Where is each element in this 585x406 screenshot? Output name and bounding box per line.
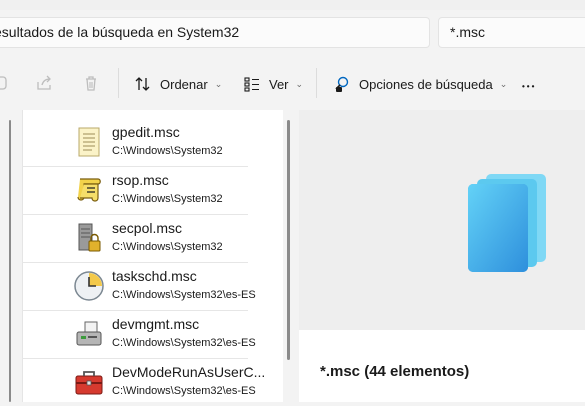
- more-options-button[interactable]: •••: [522, 71, 536, 99]
- multiple-files-icon: [468, 174, 550, 272]
- file-name: gpedit.msc: [112, 124, 180, 140]
- list-item[interactable]: DevModeRunAsUserC... C:\Windows\System32…: [22, 358, 265, 406]
- more-icon: •••: [522, 82, 537, 91]
- chevron-down-icon: ⌄: [499, 78, 508, 89]
- view-icon: [244, 77, 259, 92]
- list-item[interactable]: gpedit.msc C:\Windows\System32: [22, 118, 248, 167]
- notepad-icon: [72, 125, 106, 159]
- file-name: devmgmt.msc: [112, 316, 200, 332]
- navigation-scrollbar[interactable]: [9, 120, 11, 402]
- file-path: C:\Windows\System32: [112, 193, 223, 205]
- search-input[interactable]: *.msc: [438, 17, 585, 48]
- list-item[interactable]: rsop.msc C:\Windows\System32: [22, 166, 248, 215]
- sort-icon: [135, 77, 150, 91]
- list-item[interactable]: secpol.msc C:\Windows\System32: [22, 214, 248, 263]
- chevron-down-icon: ⌄: [214, 78, 223, 89]
- toolbar-divider: [118, 68, 119, 98]
- file-path: C:\Windows\System32: [112, 241, 223, 253]
- delete-icon[interactable]: [80, 72, 102, 94]
- share-icon[interactable]: [33, 72, 55, 94]
- command-bar: Ordenar ⌄ Ver ⌄ Opciones de búsqueda ⌄ •…: [0, 58, 585, 110]
- view-button[interactable]: Ver ⌄: [243, 71, 303, 97]
- list-item[interactable]: taskschd.msc C:\Windows\System32\es-ES: [22, 262, 256, 311]
- search-options-icon: [335, 76, 349, 92]
- scroll-icon: [72, 173, 106, 207]
- file-name: DevModeRunAsUserC...: [112, 364, 266, 380]
- navigation-pane: [0, 110, 5, 402]
- search-options-label: Opciones de búsqueda: [359, 76, 493, 92]
- details-pane: *.msc (44 elementos): [299, 330, 585, 402]
- address-bar[interactable]: esultados de la búsqueda en System32: [0, 17, 430, 48]
- file-list-scrollbar[interactable]: [287, 120, 290, 360]
- rename-icon[interactable]: [0, 72, 12, 94]
- file-name: rsop.msc: [112, 172, 169, 188]
- file-path: C:\Windows\System32\es-ES: [112, 337, 256, 349]
- list-item[interactable]: devmgmt.msc C:\Windows\System32\es-ES: [22, 310, 256, 359]
- chevron-down-icon: ⌄: [295, 78, 304, 89]
- file-path: C:\Windows\System32\es-ES: [112, 289, 256, 301]
- search-text: *.msc: [450, 24, 485, 40]
- printer-icon: [72, 317, 106, 351]
- file-name: taskschd.msc: [112, 268, 197, 284]
- file-path: C:\Windows\System32: [112, 145, 223, 157]
- file-path: C:\Windows\System32\es-ES: [112, 385, 256, 397]
- sort-button[interactable]: Ordenar ⌄: [134, 71, 222, 97]
- toolbar-divider: [316, 68, 317, 98]
- server-lock-icon: [72, 221, 106, 255]
- file-name: secpol.msc: [112, 220, 183, 236]
- details-title: *.msc (44 elementos): [320, 363, 470, 380]
- clock-icon: [72, 269, 106, 303]
- toolbox-icon: [72, 365, 106, 399]
- search-options-button[interactable]: Opciones de búsqueda ⌄: [333, 71, 507, 97]
- sort-label: Ordenar: [160, 76, 208, 92]
- title-strip: [0, 0, 585, 10]
- view-label: Ver: [269, 76, 289, 92]
- address-text: esultados de la búsqueda en System32: [0, 24, 240, 40]
